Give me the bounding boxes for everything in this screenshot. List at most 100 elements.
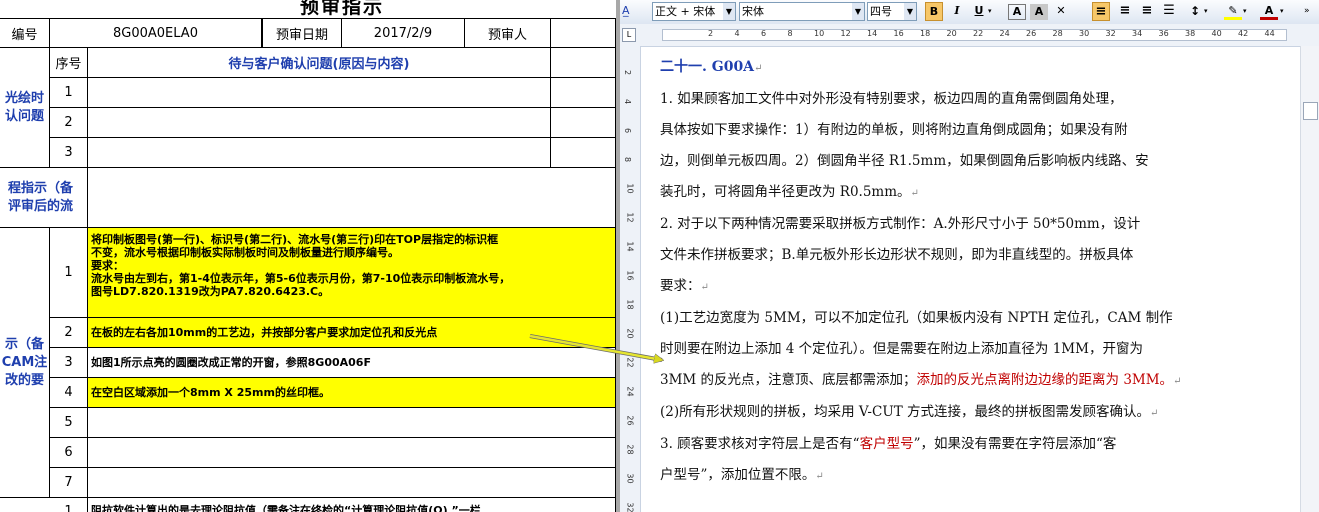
label-reviewer: 预审人 [465, 18, 551, 48]
ruler-tick-label: 36 [1158, 29, 1169, 38]
reviewer-value [551, 18, 616, 48]
underline-button[interactable]: U [970, 2, 988, 21]
chevron-down-icon[interactable]: ▼ [723, 3, 735, 20]
confirm-row-content[interactable] [88, 78, 551, 108]
ruler-tick-label: 16 [625, 270, 635, 281]
doc-line: 要求： [660, 278, 701, 294]
scrollbar-thumb[interactable] [1303, 102, 1318, 120]
doc-line: 文件未作拼板要求；B.单元板外形长边形状不规则，即为非直线型的。拼板具体 [660, 247, 1134, 263]
vertical-scrollbar[interactable] [1300, 46, 1319, 512]
instruction-text[interactable]: 如图1所示点亮的圆圈改成正常的开窗，参照8G00A06F [88, 348, 616, 378]
instruction-text[interactable]: 在板的左右各加10mm的工艺边，并按部分客户要求加定位孔和反光点 [88, 318, 616, 348]
paragraph-mark-icon: ↵ [815, 471, 824, 482]
ruler-tick-label: 4 [734, 29, 740, 38]
ruler-tick-label: 12 [840, 29, 851, 38]
tab-selector-icon[interactable]: L [622, 28, 636, 42]
empty-cell [551, 138, 616, 168]
bold-button[interactable]: B [925, 2, 943, 21]
align-center-icon[interactable]: ≡ [1116, 2, 1134, 21]
line-spacing-icon[interactable]: ↕ [1186, 2, 1204, 21]
align-right-icon[interactable]: ≡ [1138, 2, 1156, 21]
instruction-text[interactable] [88, 438, 616, 468]
paragraph-mark-icon: ↵ [910, 188, 919, 199]
char-shading-icon[interactable]: A [1030, 4, 1048, 20]
distributed-align-icon[interactable]: ☰ [1160, 2, 1178, 21]
format-painter-icon[interactable]: A̲ [622, 2, 636, 21]
ruler-tick-label: 10 [625, 183, 635, 194]
confirm-row-seq: 3 [50, 138, 88, 168]
chevron-down-icon[interactable]: ▼ [904, 3, 916, 20]
doc-line: 具体按如下要求操作：1）有附边的单板，则将附边直角倒成圆角；如果没有附 [660, 122, 1128, 138]
process-section-label: 程指示（备 评审后的流 [0, 168, 88, 228]
ruler-tick-label: 2 [623, 69, 633, 76]
ruler-tick-label: 26 [1026, 29, 1037, 38]
ruler-tick-label: 24 [999, 29, 1010, 38]
instruction-text[interactable] [88, 408, 616, 438]
chevron-down-icon[interactable]: ▼ [852, 3, 864, 20]
chevron-down-icon[interactable]: ▾ [1280, 2, 1288, 21]
col-content-header: 待与客户确认问题(原因与内容) [88, 48, 551, 78]
empty-cell [551, 108, 616, 138]
doc-line: 3. 顾客要求核对字符层上是否有“ [660, 436, 860, 452]
ruler-tick-label: 18 [625, 299, 635, 310]
ruler-tick-label: 22 [625, 357, 635, 368]
align-justify-icon[interactable]: ≡ [1092, 2, 1110, 21]
italic-button[interactable]: I [948, 2, 966, 21]
ruler-tick-label: 22 [973, 29, 984, 38]
ruler-tick-label: 40 [1211, 29, 1222, 38]
char-border-icon[interactable]: A [1008, 4, 1026, 20]
ruler-tick-label: 24 [625, 386, 635, 397]
sheet-title: 预审指示 [300, 0, 385, 18]
confirm-section-label: 光绘时认问题 [0, 48, 50, 168]
word-window: A̲ 正文 + 宋体 ▼ 宋体 ▼ 四号 ▼ B I U ▾ A A ✕ ≡ ≡… [616, 0, 1319, 512]
doc-line: 边，则倒单元板四周。2）倒圆角半径 R1.5mm，如果倒圆角后影响板内线路、安 [660, 153, 1149, 169]
style-select-value: 正文 + 宋体 [655, 5, 716, 18]
instruction-seq: 4 [50, 378, 88, 408]
horizontal-ruler[interactable]: L 2 4 6 8 10 12 14 16 18 20 22 24 26 28 30 32 34 36 38 40 42… [620, 24, 1319, 47]
ruler-tick-label: 38 [1185, 29, 1196, 38]
instruction-text[interactable] [88, 468, 616, 498]
highlight-icon[interactable]: ✎ [1224, 2, 1242, 20]
doc-line: 时则要在附边上添加 4 个定位孔）。但是需要在附边上添加直径为 1MM，开窗为 [660, 341, 1143, 357]
doc-line: 户型号”，添加位置不限。 [660, 467, 816, 483]
doc-line: ”，如果没有需要在字符层添加“客 [913, 436, 1117, 452]
font-color-icon[interactable]: A [1260, 2, 1278, 20]
change-section-label: 示（备 CAM注 改的要 [0, 228, 50, 498]
instruction-text[interactable]: 在空白区域添加一个8mm X 25mm的丝印框。 [88, 378, 616, 408]
ruler-tick-label: 14 [867, 29, 878, 38]
process-content[interactable] [88, 168, 616, 228]
paragraph-mark-icon: ↵ [700, 282, 709, 293]
ruler-tick-label: 4 [623, 98, 633, 105]
paragraph-mark-icon: ↵ [1173, 376, 1182, 387]
char-scale-icon[interactable]: ✕ [1052, 2, 1070, 21]
order-number: 8G00A0ELA0 [50, 18, 262, 48]
ruler-tick-label: 42 [1238, 29, 1249, 38]
ruler-tick-label: 26 [625, 415, 635, 426]
ruler-tick-label: 44 [1264, 29, 1275, 38]
doc-line: (1)工艺边宽度为 5MM，可以不加定位孔（如果板内没有 NPTH 定位孔，CA… [660, 310, 1173, 326]
ruler-tick-label: 8 [787, 29, 793, 38]
font-select[interactable]: 宋体 ▼ [739, 2, 865, 21]
doc-line: 装孔时，可将圆角半径更改为 R0.5mm。 [660, 184, 911, 200]
col-seq-header: 序号 [50, 48, 88, 78]
document-body[interactable]: 二十一. G00A↵ 1. 如果顾客加工文件中对外形没有特别要求，板边四周的直角… [660, 52, 1280, 492]
instruction-text[interactable]: 将印制板图号(第一行)、标识号(第二行)、流水号(第三行)印在TOP层指定的标识… [88, 228, 616, 318]
review-date: 2017/2/9 [342, 18, 465, 48]
style-select[interactable]: 正文 + 宋体 ▼ [652, 2, 736, 21]
chevron-down-icon[interactable]: ▾ [1243, 2, 1251, 21]
doc-line: 2. 对于以下两种情况需要采取拼板方式制作：A.外形尺寸小于 50*50mm，设… [660, 216, 1141, 232]
confirm-row-content[interactable] [88, 108, 551, 138]
instruction-seq: 2 [50, 318, 88, 348]
ruler-tick-label: 16 [893, 29, 904, 38]
spreadsheet-panel: 预审指示 编号 8G00A0ELA0 预审日期 2017/2/9 预审人 光绘时… [0, 0, 616, 512]
bottom-row-text[interactable]: 阻抗软件计算出的是去理论阻抗值（需备注在终检的“计算理论阻抗值(Ω) ”一栏 [88, 498, 616, 512]
toolbar-options-icon[interactable]: » [1304, 2, 1316, 21]
ruler-tick-label: 32 [625, 502, 635, 512]
size-select[interactable]: 四号 ▼ [867, 2, 917, 21]
chevron-down-icon[interactable]: ▾ [1204, 2, 1212, 21]
vertical-ruler[interactable]: 2 4 6 8 10 12 14 16 18 20 22 24 26 28 30 32 [620, 46, 641, 512]
chevron-down-icon[interactable]: ▾ [988, 2, 996, 21]
label-review-date: 预审日期 [262, 18, 342, 48]
confirm-row-content[interactable] [88, 138, 551, 168]
instruction-seq: 1 [50, 228, 88, 318]
